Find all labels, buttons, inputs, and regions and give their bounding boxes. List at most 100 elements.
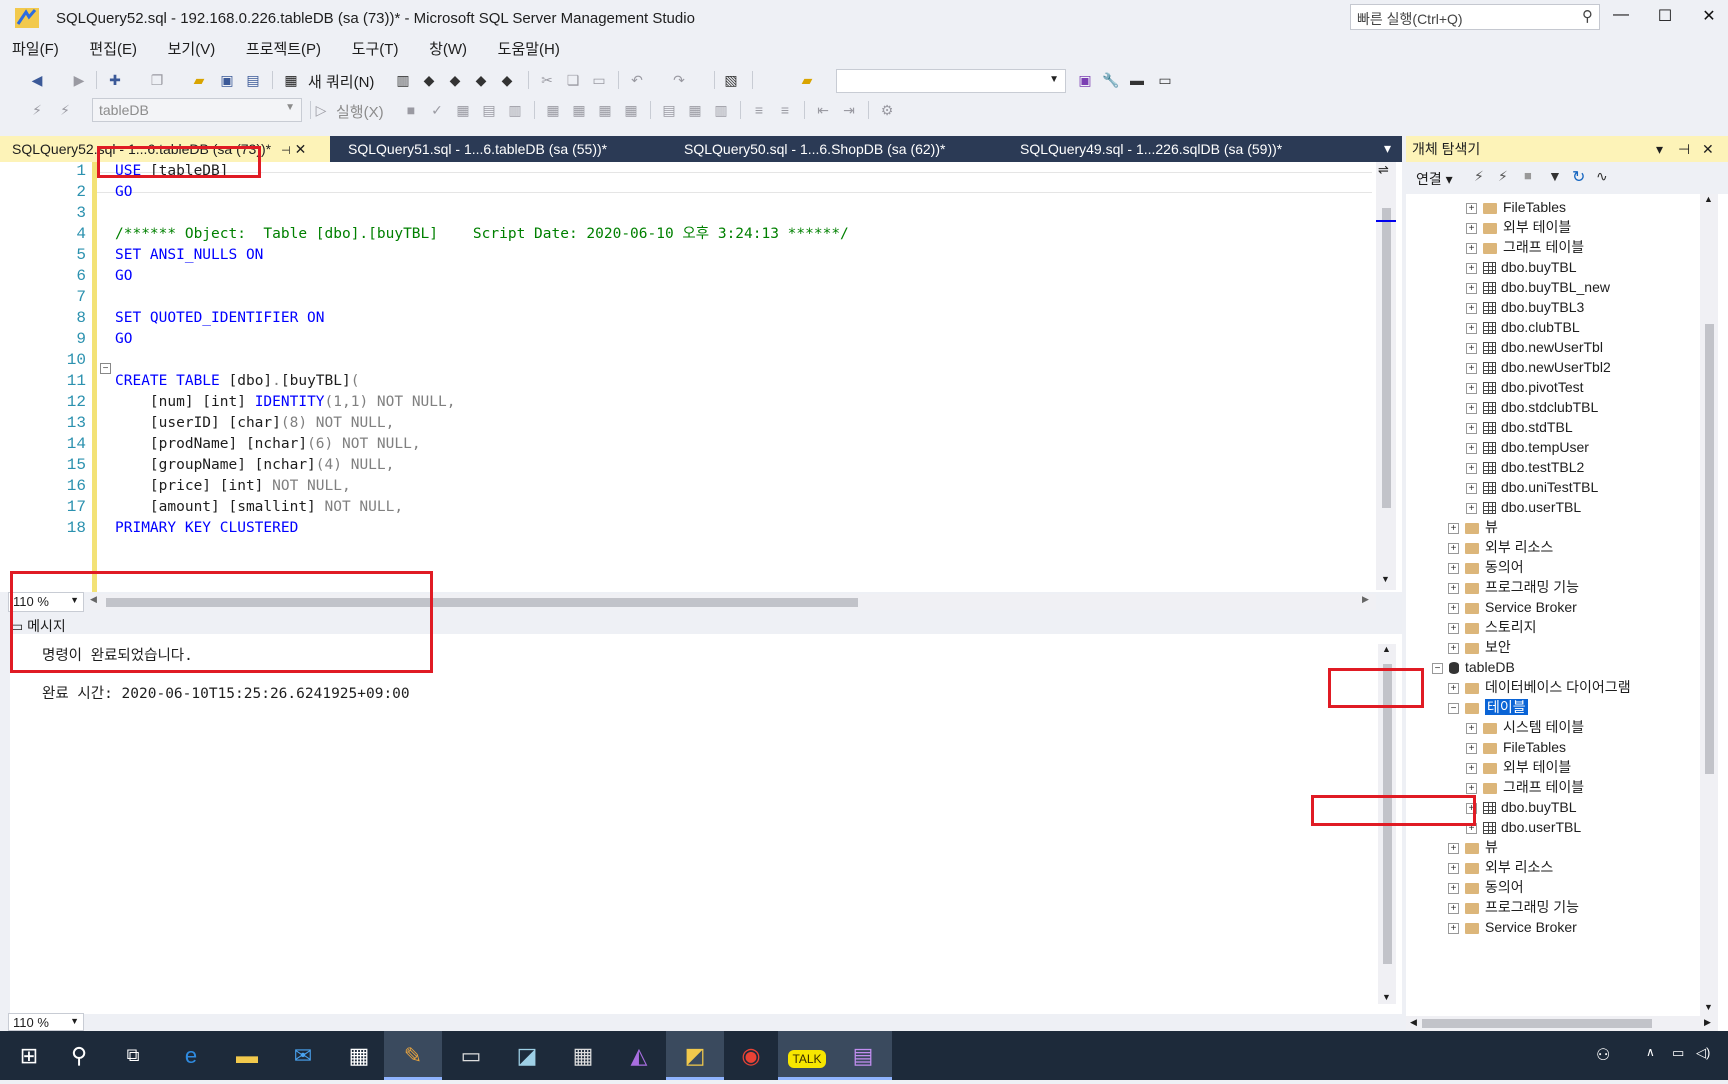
add-item-icon[interactable]: ❐: [148, 71, 166, 89]
expand-icon[interactable]: +: [1466, 742, 1477, 754]
code-line[interactable]: CREATE TABLE [dbo].[buyTBL](: [115, 370, 359, 393]
close-icon[interactable]: ✕: [1702, 136, 1714, 162]
scroll-down-icon[interactable]: ▼: [1382, 992, 1391, 1002]
expand-icon[interactable]: +: [1448, 862, 1459, 874]
redo-icon[interactable]: ↷: [670, 71, 688, 89]
disconnect-icon[interactable]: ⚡: [1498, 168, 1508, 185]
tab-sqlquery49[interactable]: SQLQuery49.sql - 1...226.sqlDB (sa (59))…: [1008, 136, 1338, 162]
tree-folder-item[interactable]: + 데이터베이스 다이어그램: [1448, 677, 1631, 697]
expand-icon[interactable]: +: [1448, 542, 1459, 554]
tree-table-item[interactable]: + dbo.stdTBL: [1466, 417, 1573, 437]
expand-icon[interactable]: +: [1466, 302, 1477, 314]
tree-folder-item[interactable]: + FileTables: [1466, 737, 1566, 757]
code-line[interactable]: PRIMARY KEY CLUSTERED: [115, 517, 298, 540]
media-app-icon[interactable]: ▤: [834, 1031, 892, 1080]
dmx-icon[interactable]: ◆: [446, 71, 464, 89]
calculator-icon[interactable]: ▦: [554, 1031, 612, 1080]
expand-icon[interactable]: +: [1466, 222, 1477, 234]
expand-icon[interactable]: +: [1448, 682, 1459, 694]
scroll-right-icon[interactable]: ▶: [1362, 594, 1369, 605]
specify-values-icon[interactable]: ⚙: [878, 101, 896, 119]
menu-tools[interactable]: 도구(T): [352, 38, 399, 62]
filter-icon[interactable]: ▼: [1548, 168, 1562, 184]
code-line[interactable]: SET ANSI_NULLS ON: [115, 244, 263, 267]
tree-table-item[interactable]: + dbo.testTBL2: [1466, 457, 1584, 477]
expand-icon[interactable]: +: [1466, 502, 1477, 514]
edge-icon[interactable]: e: [162, 1031, 220, 1080]
expand-icon[interactable]: +: [1466, 462, 1477, 474]
tree-folder-item[interactable]: + 그래프 테이블: [1466, 237, 1584, 257]
code-line[interactable]: [userID] [char](8) NOT NULL,: [115, 412, 394, 435]
new-query-button[interactable]: 새 쿼리(N): [308, 71, 374, 92]
connect-dropdown[interactable]: 연결 ▾: [1416, 169, 1453, 189]
tree-vertical-scrollbar[interactable]: ▲ ▼: [1700, 194, 1718, 1016]
paint-icon[interactable]: ✎: [384, 1031, 442, 1080]
expand-icon[interactable]: +: [1448, 902, 1459, 914]
copy-icon[interactable]: ❏: [564, 71, 582, 89]
tab-overflow-icon[interactable]: ▾: [1384, 140, 1391, 157]
scroll-down-icon[interactable]: ▼: [1704, 1002, 1713, 1012]
refresh-icon[interactable]: ↻: [1572, 167, 1585, 187]
ssms-taskbar-icon[interactable]: ◩: [666, 1031, 724, 1080]
tree-table-item[interactable]: + dbo.buyTBL3: [1466, 297, 1584, 317]
menu-edit[interactable]: 편집(E): [89, 38, 137, 62]
live-stats-icon[interactable]: ▦: [596, 101, 614, 119]
collapse-icon[interactable]: −: [1432, 662, 1443, 674]
expand-icon[interactable]: +: [1448, 562, 1459, 574]
expand-icon[interactable]: +: [1466, 282, 1477, 294]
search-icon[interactable]: ⚲: [50, 1031, 108, 1080]
dax-icon[interactable]: ◆: [498, 71, 516, 89]
cancel-query-icon[interactable]: ■: [402, 101, 420, 119]
tree-folder-item[interactable]: + Service Broker: [1448, 917, 1577, 937]
tree-table-item[interactable]: + dbo.userTBL: [1466, 497, 1581, 517]
expand-icon[interactable]: +: [1466, 402, 1477, 414]
expand-icon[interactable]: +: [1466, 422, 1477, 434]
available-databases-select[interactable]: tableDB ▼: [92, 98, 302, 122]
find-in-files-icon[interactable]: ▰: [798, 71, 816, 89]
query-options-icon[interactable]: ▥: [506, 101, 524, 119]
search-icon[interactable]: ⚲: [1582, 7, 1593, 25]
close-button[interactable]: ✕: [1694, 6, 1724, 28]
paste-icon[interactable]: ▭: [590, 71, 608, 89]
store-icon[interactable]: ▦: [330, 1031, 388, 1080]
expand-icon[interactable]: +: [1448, 602, 1459, 614]
back-icon[interactable]: ◀: [28, 71, 46, 89]
tree-table-item[interactable]: + dbo.newUserTbl: [1466, 337, 1603, 357]
expand-icon[interactable]: +: [1448, 522, 1459, 534]
tree-table-item[interactable]: + dbo.buyTBL: [1466, 797, 1577, 817]
tree-table-item[interactable]: + dbo.clubTBL: [1466, 317, 1580, 337]
expand-icon[interactable]: +: [1466, 722, 1477, 734]
expand-icon[interactable]: +: [1448, 582, 1459, 594]
dropdown-icon[interactable]: ▾: [1656, 136, 1663, 162]
parse-icon[interactable]: ✓: [428, 101, 446, 119]
expand-icon[interactable]: +: [1466, 442, 1477, 454]
code-line[interactable]: GO: [115, 328, 132, 351]
tree-table-item[interactable]: + dbo.userTBL: [1466, 817, 1581, 837]
expand-icon[interactable]: +: [1466, 262, 1477, 274]
tree-folder-item[interactable]: + 스토리지: [1448, 617, 1537, 637]
people-icon[interactable]: ⚇: [1596, 1045, 1610, 1065]
undo-icon[interactable]: ↶: [628, 71, 646, 89]
db-engine-query-icon[interactable]: ▥: [394, 71, 412, 89]
kakaotalk-icon[interactable]: TALK: [778, 1031, 836, 1080]
client-stats-icon[interactable]: ▦: [622, 101, 640, 119]
expand-icon[interactable]: +: [1466, 362, 1477, 374]
toolbox-icon[interactable]: ▬: [1128, 71, 1146, 89]
tab-sqlquery51[interactable]: SQLQuery51.sql - 1...6.tableDB (sa (55))…: [336, 136, 666, 162]
collapse-icon[interactable]: −: [100, 363, 111, 374]
task-view-icon[interactable]: ⧉: [104, 1031, 162, 1080]
tree-table-item[interactable]: + dbo.stdclubTBL: [1466, 397, 1598, 417]
scroll-thumb[interactable]: [1382, 208, 1391, 508]
tree-table-item[interactable]: + dbo.buyTBL: [1466, 257, 1577, 277]
tree-folder-item[interactable]: + Service Broker: [1448, 597, 1577, 617]
tree-table-item[interactable]: + dbo.uniTestTBL: [1466, 477, 1598, 497]
results-file-icon[interactable]: ▥: [712, 101, 730, 119]
scroll-up-icon[interactable]: ▲: [1704, 194, 1713, 204]
expand-icon[interactable]: +: [1466, 242, 1477, 254]
new-query-icon[interactable]: ▦: [282, 71, 300, 89]
quick-launch-input[interactable]: 빠른 실행(Ctrl+Q) ⚲: [1350, 4, 1600, 30]
connect-icon[interactable]: ⚡: [1474, 168, 1484, 185]
tree-folder-item[interactable]: + 보안: [1448, 637, 1511, 657]
code-line[interactable]: /****** Object: Table [dbo].[buyTBL] Scr…: [115, 223, 849, 246]
tree-database-item[interactable]: − tableDB: [1432, 657, 1515, 677]
